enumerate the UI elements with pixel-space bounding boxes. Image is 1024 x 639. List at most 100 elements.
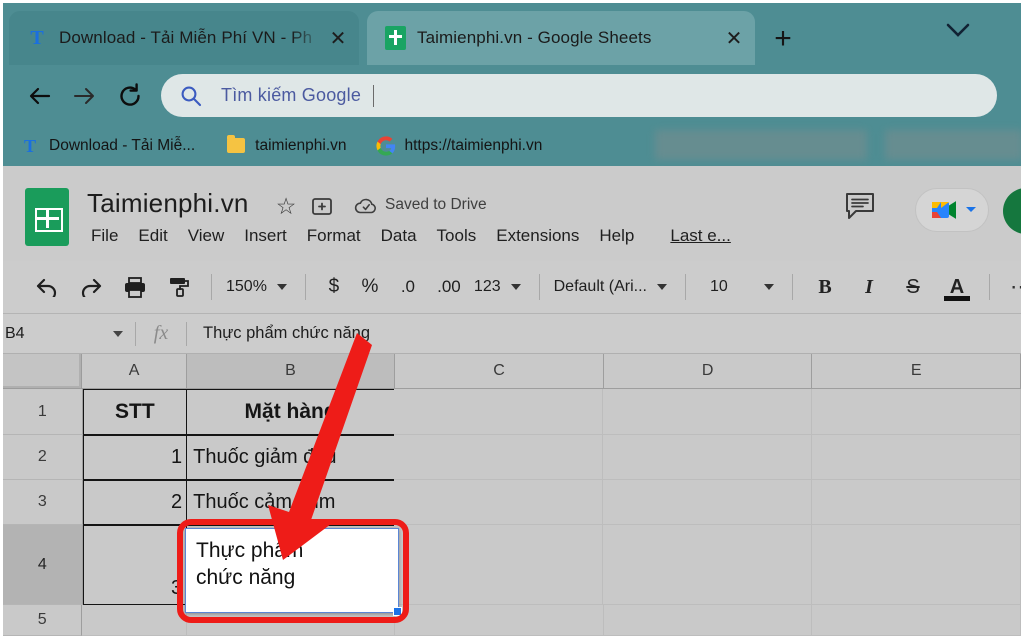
cell-C3[interactable] <box>394 480 604 525</box>
cell-B2[interactable]: Thuốc giảm đau <box>186 435 396 480</box>
bookmark-item-download[interactable]: T Download - Tải Miễ... <box>19 135 195 157</box>
font-size-selector[interactable]: 10 <box>696 268 782 306</box>
cell-C2[interactable] <box>394 435 604 480</box>
cell-B3[interactable]: Thuốc cảm cúm <box>186 480 396 525</box>
column-header-d[interactable]: D <box>603 354 813 389</box>
menu-item-view[interactable]: View <box>188 226 225 246</box>
star-icon[interactable]: ☆ <box>273 193 299 219</box>
last-edit-link[interactable]: Last e... <box>670 226 730 246</box>
bold-label: B <box>818 275 832 298</box>
cell-B1[interactable]: Mặt hàng <box>186 389 396 435</box>
share-button[interactable] <box>1003 188 1021 234</box>
cell-E2[interactable] <box>812 435 1021 480</box>
redo-icon[interactable] <box>74 268 108 306</box>
bookmarks-bar: T Download - Tải Miễ... taimienphi.vn ht… <box>3 125 1024 166</box>
bookmark-item-taimienphi[interactable]: taimienphi.vn <box>225 135 347 157</box>
more-toolbar-options-button[interactable]: ⋯ <box>1005 268 1021 306</box>
browser-window: T Download - Tải Miễn Phí VN - Ph ✕ Taim… <box>0 0 1024 639</box>
google-icon <box>375 135 397 157</box>
fx-icon: fx <box>153 322 169 344</box>
close-icon[interactable]: ✕ <box>719 23 749 53</box>
cell-A2[interactable]: 1 <box>82 435 188 480</box>
menu-item-extensions[interactable]: Extensions <box>496 226 579 246</box>
letter-t-icon: T <box>30 27 44 49</box>
chevron-down-icon <box>656 284 667 290</box>
fill-handle[interactable] <box>393 607 402 616</box>
row-header-2[interactable]: 2 <box>3 435 83 480</box>
comment-icon[interactable] <box>845 192 879 222</box>
print-icon[interactable] <box>118 268 152 306</box>
menu-item-help[interactable]: Help <box>599 226 634 246</box>
forward-arrow-icon[interactable] <box>65 77 103 115</box>
cell-D5[interactable] <box>603 605 813 636</box>
formula-bar: B4 fx Thực phẩm chức năng <box>3 313 1021 354</box>
cell-A5[interactable] <box>82 605 187 636</box>
percent-format-button[interactable]: % <box>352 268 388 306</box>
column-header-a[interactable]: A <box>82 354 187 389</box>
name-box-value: B4 <box>5 324 25 342</box>
column-header-e[interactable]: E <box>812 354 1021 389</box>
cell-E5[interactable] <box>812 605 1021 636</box>
row-header-4[interactable]: 4 <box>3 525 83 605</box>
cell-E4[interactable] <box>812 525 1021 605</box>
chevron-down-icon <box>510 284 521 290</box>
document-title[interactable]: Taimienphi.vn <box>87 188 249 219</box>
row-header-3[interactable]: 3 <box>3 480 83 525</box>
cell-editor[interactable]: Thực phẩm chức năng <box>185 528 402 616</box>
menu-item-data[interactable]: Data <box>381 226 417 246</box>
italic-button[interactable]: I <box>852 268 886 306</box>
browser-tab-2[interactable]: Taimienphi.vn - Google Sheets ✕ <box>367 11 755 65</box>
name-box[interactable]: B4 <box>3 314 135 353</box>
row-header-5[interactable]: 5 <box>3 605 83 636</box>
menu-item-edit[interactable]: Edit <box>138 226 167 246</box>
cell-C1[interactable] <box>394 389 604 435</box>
menu-item-format[interactable]: Format <box>307 226 361 246</box>
search-icon <box>179 84 203 108</box>
bold-button[interactable]: B <box>808 268 842 306</box>
paint-format-icon[interactable] <box>162 268 196 306</box>
column-header-b[interactable]: B <box>186 354 396 389</box>
select-all-corner[interactable] <box>3 354 83 389</box>
cell-D1[interactable] <box>603 389 813 435</box>
close-icon[interactable]: ✕ <box>323 23 353 53</box>
increase-decimal-label: .00 <box>437 277 461 296</box>
table-row: 4 3 <box>3 525 1021 605</box>
text-color-button[interactable]: A <box>940 268 974 306</box>
cell-C5[interactable] <box>395 605 604 636</box>
reload-icon[interactable] <box>111 77 149 115</box>
font-name: Default (Ari... <box>553 278 647 295</box>
cloud-icon <box>353 193 379 219</box>
zoom-selector[interactable]: 150% <box>222 268 295 306</box>
currency-format-button[interactable]: $ <box>316 268 352 306</box>
decrease-decimal-button[interactable]: .0 <box>388 268 428 306</box>
bookmark-item-taimienphi-url[interactable]: https://taimienphi.vn <box>375 135 542 157</box>
cell-A4[interactable]: 3 <box>82 525 188 605</box>
cell-A1[interactable]: STT <box>82 389 188 435</box>
browser-tab-1[interactable]: T Download - Tải Miễn Phí VN - Ph ✕ <box>9 11 359 65</box>
new-tab-button[interactable]: + <box>765 21 801 57</box>
menu-item-insert[interactable]: Insert <box>244 226 287 246</box>
formula-input[interactable]: Thực phẩm chức năng <box>187 324 370 343</box>
row-header-1[interactable]: 1 <box>3 389 83 435</box>
menu-item-file[interactable]: File <box>91 226 118 246</box>
undo-icon[interactable] <box>30 268 64 306</box>
cell-E3[interactable] <box>812 480 1021 525</box>
cell-A3[interactable]: 2 <box>82 480 188 525</box>
cell-D2[interactable] <box>603 435 813 480</box>
cell-D4[interactable] <box>603 525 813 605</box>
menu-item-tools[interactable]: Tools <box>437 226 477 246</box>
chevron-down-icon[interactable] <box>938 13 978 47</box>
address-bar[interactable]: Tìm kiếm Google <box>161 74 997 117</box>
strikethrough-button[interactable]: S <box>896 268 930 306</box>
back-arrow-icon[interactable] <box>21 77 59 115</box>
column-header-c[interactable]: C <box>395 354 604 389</box>
cell-E1[interactable] <box>812 389 1021 435</box>
google-meet-button[interactable] <box>915 188 989 232</box>
toolbar-divider <box>684 274 686 300</box>
more-formats-selector[interactable]: 123 <box>470 268 529 306</box>
font-selector[interactable]: Default (Ari... <box>550 268 675 306</box>
cell-C4[interactable] <box>394 525 604 605</box>
increase-decimal-button[interactable]: .00 <box>428 268 470 306</box>
move-to-folder-icon[interactable] <box>309 193 335 219</box>
cell-D3[interactable] <box>603 480 813 525</box>
